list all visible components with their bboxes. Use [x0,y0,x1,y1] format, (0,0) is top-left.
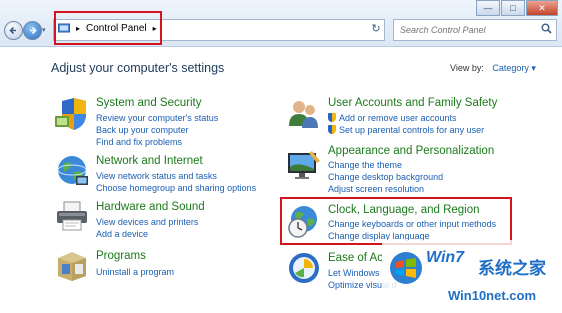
link-change-theme[interactable]: Change the theme [328,160,402,170]
link-let-windows[interactable]: Let Windows [328,268,380,278]
category-title-hardware-sound[interactable]: Hardware and Sound [96,201,205,213]
category-title-appearance[interactable]: Appearance and Personalization [328,145,494,157]
search-input[interactable] [398,21,542,39]
watermark-logo: Win7 系统之家 Win10net.com [382,240,562,308]
category-title-programs[interactable]: Programs [96,250,146,262]
appearance-monitor-icon[interactable] [286,147,322,183]
forward-button[interactable] [23,21,42,40]
uac-shield-icon [328,125,336,134]
printer-icon[interactable] [54,198,90,234]
forward-arrow-icon [30,26,37,35]
link-network-status[interactable]: View network status and tasks [96,171,217,181]
close-button[interactable]: ✕ [526,0,558,16]
category-title-ease-of-access[interactable]: Ease of Ac [328,252,383,264]
link-find-fix[interactable]: Find and fix problems [96,137,182,147]
link-add-device[interactable]: Add a device [96,229,148,239]
uac-shield-icon [328,113,336,122]
network-globe-icon[interactable] [54,152,90,188]
category-title-user-accounts[interactable]: User Accounts and Family Safety [328,97,497,109]
address-highlight-box [54,11,162,45]
back-button[interactable] [4,21,23,40]
ease-of-access-icon[interactable] [286,250,322,286]
recent-pages-dropdown[interactable]: ▾ [42,26,46,34]
watermark-cn: 系统之家 [478,258,546,279]
link-devices-printers[interactable]: View devices and printers [96,217,198,227]
window-controls: — □ ✕ [476,0,558,16]
link-review-status[interactable]: Review your computer's status [96,113,218,123]
minimize-button[interactable]: — [476,0,500,16]
link-uninstall[interactable]: Uninstall a program [96,267,174,277]
link-parental-controls[interactable]: Set up parental controls for any user [328,125,484,135]
link-screen-resolution[interactable]: Adjust screen resolution [328,184,424,194]
watermark-brand: Win7 [426,249,465,266]
system-security-shield-icon[interactable] [54,96,90,132]
refresh-button[interactable]: ↻ [368,20,384,38]
view-by: View by: Category ▾ [450,63,536,74]
category-title-system-security[interactable]: System and Security [96,97,201,109]
link-back-up[interactable]: Back up your computer [96,125,189,135]
maximize-button[interactable]: □ [501,0,525,16]
view-by-dropdown[interactable]: Category ▾ [492,63,536,73]
watermark: Win7 系统之家 Win10net.com [382,240,562,308]
link-label: Add or remove user accounts [339,113,457,123]
link-desktop-background[interactable]: Change desktop background [328,172,443,182]
back-arrow-icon [9,26,16,35]
link-homegroup[interactable]: Choose homegroup and sharing options [96,183,256,193]
users-icon[interactable] [286,96,322,132]
link-add-remove-users[interactable]: Add or remove user accounts [328,113,457,123]
view-by-label: View by: [450,63,484,73]
page-title: Adjust your computer's settings [51,61,225,75]
watermark-url: Win10net.com [448,288,536,303]
search-icon[interactable] [541,23,552,34]
search-box[interactable] [393,19,557,41]
clock-region-highlight-box [280,197,512,245]
link-label: Set up parental controls for any user [339,125,485,135]
programs-box-icon[interactable] [54,246,90,282]
category-title-network-internet[interactable]: Network and Internet [96,155,203,167]
